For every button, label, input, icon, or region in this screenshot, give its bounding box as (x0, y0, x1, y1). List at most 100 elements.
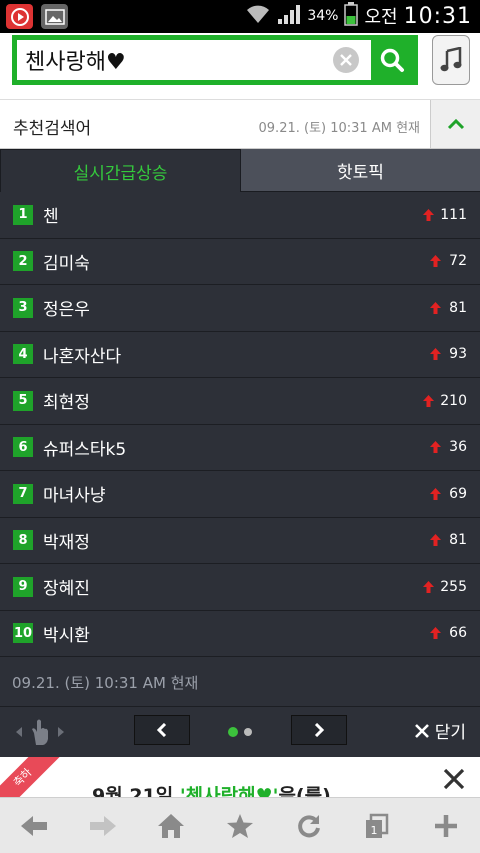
rank-change: 255 (423, 564, 467, 610)
keyword-tabs: 실시간급상승 핫토픽 (0, 149, 480, 192)
banner-prefix: 9월 21일 (92, 785, 180, 797)
banner-suffix: 을(를) (278, 785, 331, 797)
tab-realtime[interactable]: 실시간급상승 (0, 149, 241, 192)
close-icon (414, 723, 429, 738)
keyword-label: 김미숙 (43, 253, 90, 274)
list-item[interactable]: 7 마녀사냥 69 (0, 471, 480, 518)
tabs-icon: 1 (366, 813, 389, 838)
rank-change: 81 (430, 285, 467, 331)
page-dot (244, 728, 252, 736)
refresh-icon (297, 814, 320, 837)
rank-change: 66 (430, 611, 467, 657)
search-input[interactable]: 첸사랑해♥ (17, 44, 333, 76)
rank-change: 93 (430, 332, 467, 378)
change-value: 255 (440, 578, 467, 595)
swipe-hand-icon (16, 719, 64, 745)
wifi-icon (245, 3, 271, 29)
keyword-label: 마녀사냥 (43, 486, 106, 507)
recommended-updated-time: 09.21. (토) 10:31 AM 현재 (258, 121, 420, 136)
home-button[interactable] (151, 806, 191, 846)
page-indicator (228, 727, 252, 737)
list-item[interactable]: 2 김미숙 72 (0, 239, 480, 285)
refresh-button[interactable] (289, 806, 329, 846)
notification-icons (6, 4, 68, 29)
rank-change: 72 (430, 239, 467, 285)
banner-close-icon[interactable] (442, 767, 466, 791)
status-bar: 34% 오전 10:31 (0, 0, 480, 33)
change-value: 111 (440, 206, 467, 223)
prev-page-button[interactable] (134, 715, 190, 745)
rank-badge: 5 (13, 390, 33, 411)
bookmark-button[interactable] (220, 806, 260, 846)
up-arrow-icon (423, 580, 435, 593)
battery-percent: 34% (307, 8, 339, 24)
forward-button[interactable] (83, 806, 123, 846)
forward-arrow-icon (89, 815, 116, 836)
rank-change: 81 (430, 518, 467, 564)
close-panel-button[interactable]: 닫기 (414, 718, 466, 743)
gallery-app-icon (41, 4, 68, 29)
change-value: 69 (449, 485, 467, 502)
banner-highlight: '첸사랑해♥' (179, 785, 279, 797)
rank-change: 111 (423, 192, 467, 238)
chevron-right-icon (314, 723, 325, 737)
change-value: 81 (449, 532, 467, 549)
change-value: 36 (449, 439, 467, 456)
keyword-label: 첸 (43, 207, 59, 228)
celebration-banner[interactable]: 축하 9월 21일 '첸사랑해♥'을(를) (0, 757, 480, 797)
banner-ribbon: 축하 (0, 757, 63, 797)
change-value: 210 (440, 392, 467, 409)
up-arrow-icon (430, 627, 441, 640)
pager-bar: 닫기 (0, 706, 480, 756)
up-arrow-icon (430, 441, 441, 454)
change-value: 72 (449, 253, 467, 270)
clock-ampm: 오전 (364, 7, 398, 28)
collapse-button[interactable] (430, 100, 480, 148)
plus-icon (434, 814, 457, 837)
list-item[interactable]: 5 최현정 210 (0, 378, 480, 425)
up-arrow-icon (430, 255, 441, 268)
clear-search-button[interactable] (333, 47, 359, 73)
search-header: 첸사랑해♥ (0, 33, 480, 99)
tab-hot-topic[interactable]: 핫토픽 (241, 149, 480, 192)
rank-badge: 3 (13, 297, 33, 318)
keyword-label: 최현정 (43, 393, 90, 414)
search-box: 첸사랑해♥ (12, 35, 418, 85)
banner-message: 9월 21일 '첸사랑해♥'을(를) (92, 781, 331, 797)
ribbon-label: 축하 (10, 765, 35, 790)
rank-badge: 7 (13, 483, 33, 504)
list-item[interactable]: 10 박시환 66 (0, 611, 480, 657)
keyword-label: 정은우 (43, 300, 90, 321)
rank-change: 210 (423, 378, 467, 424)
recommended-title: 추천검색어 (13, 119, 92, 139)
new-tab-button[interactable] (426, 806, 466, 846)
ranking-list: 1 첸 111 2 김미숙 72 3 정은우 81 4 나혼자산다 93 5 최현정 210 6 슈퍼… (0, 192, 480, 657)
close-label: 닫기 (434, 723, 466, 743)
keyword-label: 장혜진 (43, 579, 90, 600)
tabs-button[interactable]: 1 (357, 806, 397, 846)
keyword-label: 박재정 (43, 532, 90, 553)
list-item[interactable]: 3 정은우 81 (0, 285, 480, 332)
music-search-button[interactable] (432, 35, 470, 85)
clear-icon (340, 54, 352, 66)
rank-badge: 10 (13, 623, 33, 644)
home-icon (158, 813, 185, 838)
list-item[interactable]: 9 장혜진 255 (0, 564, 480, 611)
keyword-label: 나혼자산다 (43, 346, 122, 367)
search-button[interactable] (371, 40, 413, 80)
list-item[interactable]: 6 슈퍼스타k5 36 (0, 425, 480, 471)
list-item[interactable]: 1 첸 111 (0, 192, 480, 239)
rank-badge: 9 (13, 576, 33, 597)
search-icon (380, 48, 404, 72)
browser-toolbar: 1 (0, 797, 480, 853)
list-item[interactable]: 8 박재정 81 (0, 518, 480, 564)
up-arrow-icon (423, 394, 435, 407)
back-button[interactable] (14, 806, 54, 846)
back-arrow-icon (21, 815, 48, 836)
list-updated-time: 09.21. (토) 10:31 AM 현재 (12, 674, 199, 692)
next-page-button[interactable] (291, 715, 347, 745)
star-icon (226, 813, 253, 838)
change-value: 81 (449, 299, 467, 316)
list-item[interactable]: 4 나혼자산다 93 (0, 332, 480, 378)
keyword-label: 슈퍼스타k5 (43, 439, 127, 460)
